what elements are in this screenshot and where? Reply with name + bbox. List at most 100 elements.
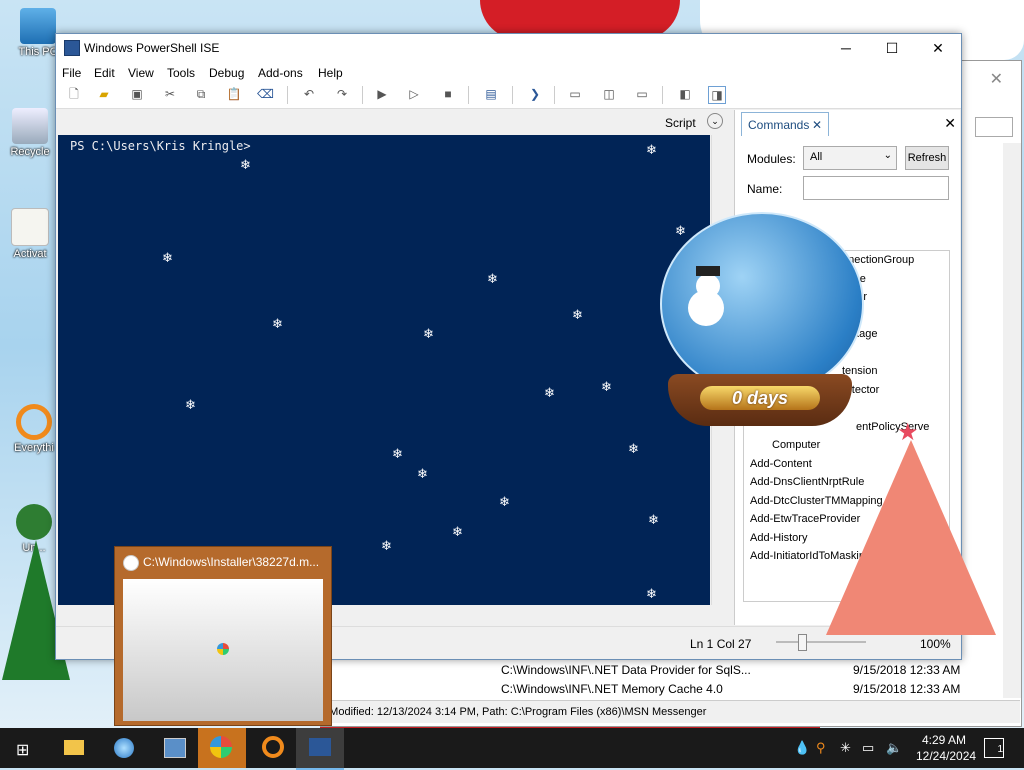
open-folder-icon[interactable]: ▰ [96,86,112,102]
collapse-chevron-icon[interactable]: ⌄ [707,113,723,129]
run-script-icon[interactable]: ▶ [374,86,390,102]
snowflake-icon: ❄ [601,379,612,394]
desktop-icon-label: This PC [18,46,58,58]
title-bar[interactable]: Windows PowerShell ISE ─ ☐ ✕ [56,34,961,62]
computer-icon [20,8,56,44]
script-label[interactable]: Script [665,116,696,130]
window-title: Windows PowerShell ISE [84,41,220,55]
popup-preview[interactable] [123,579,323,721]
snowflake-icon: ❄ [499,494,510,509]
tab-close-icon[interactable]: ✕ [812,113,822,137]
toolbar-separator [554,86,555,104]
start-powershell-icon[interactable]: ❯ [527,86,543,102]
stop-icon[interactable]: ■ [440,86,456,102]
run-selection-icon[interactable]: ▷ [406,86,422,102]
background-close-icon[interactable]: ✕ [990,69,1003,89]
close-commands-icon[interactable]: ✕ [944,115,956,132]
background-search-input[interactable] [975,117,1013,137]
toolbar-separator [362,86,363,104]
powershell-icon [309,738,331,756]
save-icon[interactable]: ▣ [129,86,145,102]
menu-help[interactable]: Help [318,66,343,80]
menu-debug[interactable]: Debug [209,66,244,80]
clock-date: 12/24/2024 [916,749,977,763]
days-plaque: 0 days [700,386,820,410]
magnifier-icon [16,404,52,440]
paste-icon[interactable]: 📋 [226,86,242,102]
taskbar-app-everything[interactable] [248,728,296,768]
console-prompt: PS C:\Users\Kris Kringle> [70,139,251,153]
name-label: Name: [747,182,783,196]
snowflake-icon: ❄ [240,157,251,172]
modules-label: Modules: [747,152,796,166]
menu-tools[interactable]: Tools [167,66,195,80]
zoom-slider-thumb[interactable] [798,634,807,651]
tab-commands[interactable]: Commands ✕ [741,112,829,136]
remote-powershell-icon[interactable]: ▤ [483,86,499,102]
star-icon: ★ [897,419,919,446]
snowflake-icon: ❄ [162,250,173,265]
refresh-button[interactable]: Refresh [905,146,949,170]
magnifier-icon [262,736,284,758]
zoom-slider[interactable] [776,634,866,651]
character-icon [16,504,52,540]
popup-title: C:\Windows\Installer\38227d.m... [143,555,320,569]
maximize-button[interactable]: ☐ [869,34,915,62]
background-vscroll[interactable] [1003,143,1021,698]
tree-countdown-gadget[interactable] [826,440,996,635]
show-script-pane-icon[interactable]: ◧ [677,86,693,102]
taskbar-app-computer[interactable] [150,728,198,768]
chevron-down-icon: ⌄ [883,150,892,161]
tray-volume-icon[interactable]: 🔈 [886,740,902,756]
show-commands-icon[interactable]: ◨ [708,86,726,104]
undo-icon[interactable]: ↶ [301,86,317,102]
menu-view[interactable]: View [128,66,154,80]
desktop-icon-recycle[interactable]: Recycle [0,108,60,158]
taskbar-thumbnail-popup[interactable]: C:\Windows\Installer\38227d.m... [114,546,332,726]
menu-addons[interactable]: Add-ons [258,66,303,80]
tray-magnifier-icon[interactable]: ⚲ [816,740,826,756]
file-row-name[interactable]: C:\Windows\INF\.NET Memory Cache 4.0 [501,682,723,696]
menu-file[interactable]: File [62,66,81,80]
action-center-button[interactable]: 1 [984,738,1004,758]
recycle-bin-icon [12,108,48,144]
name-input[interactable] [803,176,949,200]
snow-globe-gadget[interactable]: 0 days [660,212,864,427]
console-pane[interactable]: PS C:\Users\Kris Kringle> [58,135,710,605]
desktop-icon-label: Activat [13,248,47,260]
desktop-icon-activate[interactable]: Activat [0,208,60,260]
background-status-line: e Modified: 12/13/2024 3:14 PM, Path: C:… [320,700,1020,723]
cut-icon[interactable]: ✂ [162,86,178,102]
taskbar-app-installer[interactable] [198,728,246,768]
layout-right-icon[interactable]: ◫ [601,86,617,102]
snowflake-icon: ❄ [392,446,403,461]
tray-network-icon[interactable]: ▭ [862,740,874,756]
file-row-date: 9/15/2018 12:33 AM [853,663,961,677]
snowflake-icon: ❄ [646,586,657,601]
taskbar-app-powershell-ise[interactable] [296,728,344,770]
menu-edit[interactable]: Edit [94,66,115,80]
tray-snowflake-icon[interactable]: ✳ [840,740,851,756]
close-button[interactable]: ✕ [915,34,961,62]
file-row-name[interactable]: C:\Windows\INF\.NET Data Provider for Sq… [501,663,751,677]
powershell-icon [64,40,80,56]
clear-console-icon[interactable]: ⌫ [257,86,274,102]
installer-icon [123,555,139,571]
snowman-head [696,274,720,298]
days-text: 0 days [731,388,789,408]
folder-icon [64,740,84,755]
taskbar-clock[interactable]: 4:29 AM 12/24/2024 [916,732,977,764]
layout-top-icon[interactable]: ▭ [567,86,583,102]
new-file-icon[interactable]: 🗋 [66,86,82,102]
minimize-button[interactable]: ─ [823,34,869,62]
start-button[interactable]: ⊞ [0,728,48,768]
tray-drop-icon[interactable]: 💧 [794,740,810,756]
redo-icon[interactable]: ↷ [334,86,350,102]
windows-logo-icon [217,643,229,655]
copy-icon[interactable]: ⧉ [193,86,209,102]
taskbar-app-globe[interactable] [100,728,148,768]
modules-select[interactable]: All ⌄ [803,146,897,170]
layout-max-icon[interactable]: ▭ [634,86,650,102]
taskbar-file-explorer[interactable] [50,728,98,768]
zoom-level: 100% [920,637,951,651]
